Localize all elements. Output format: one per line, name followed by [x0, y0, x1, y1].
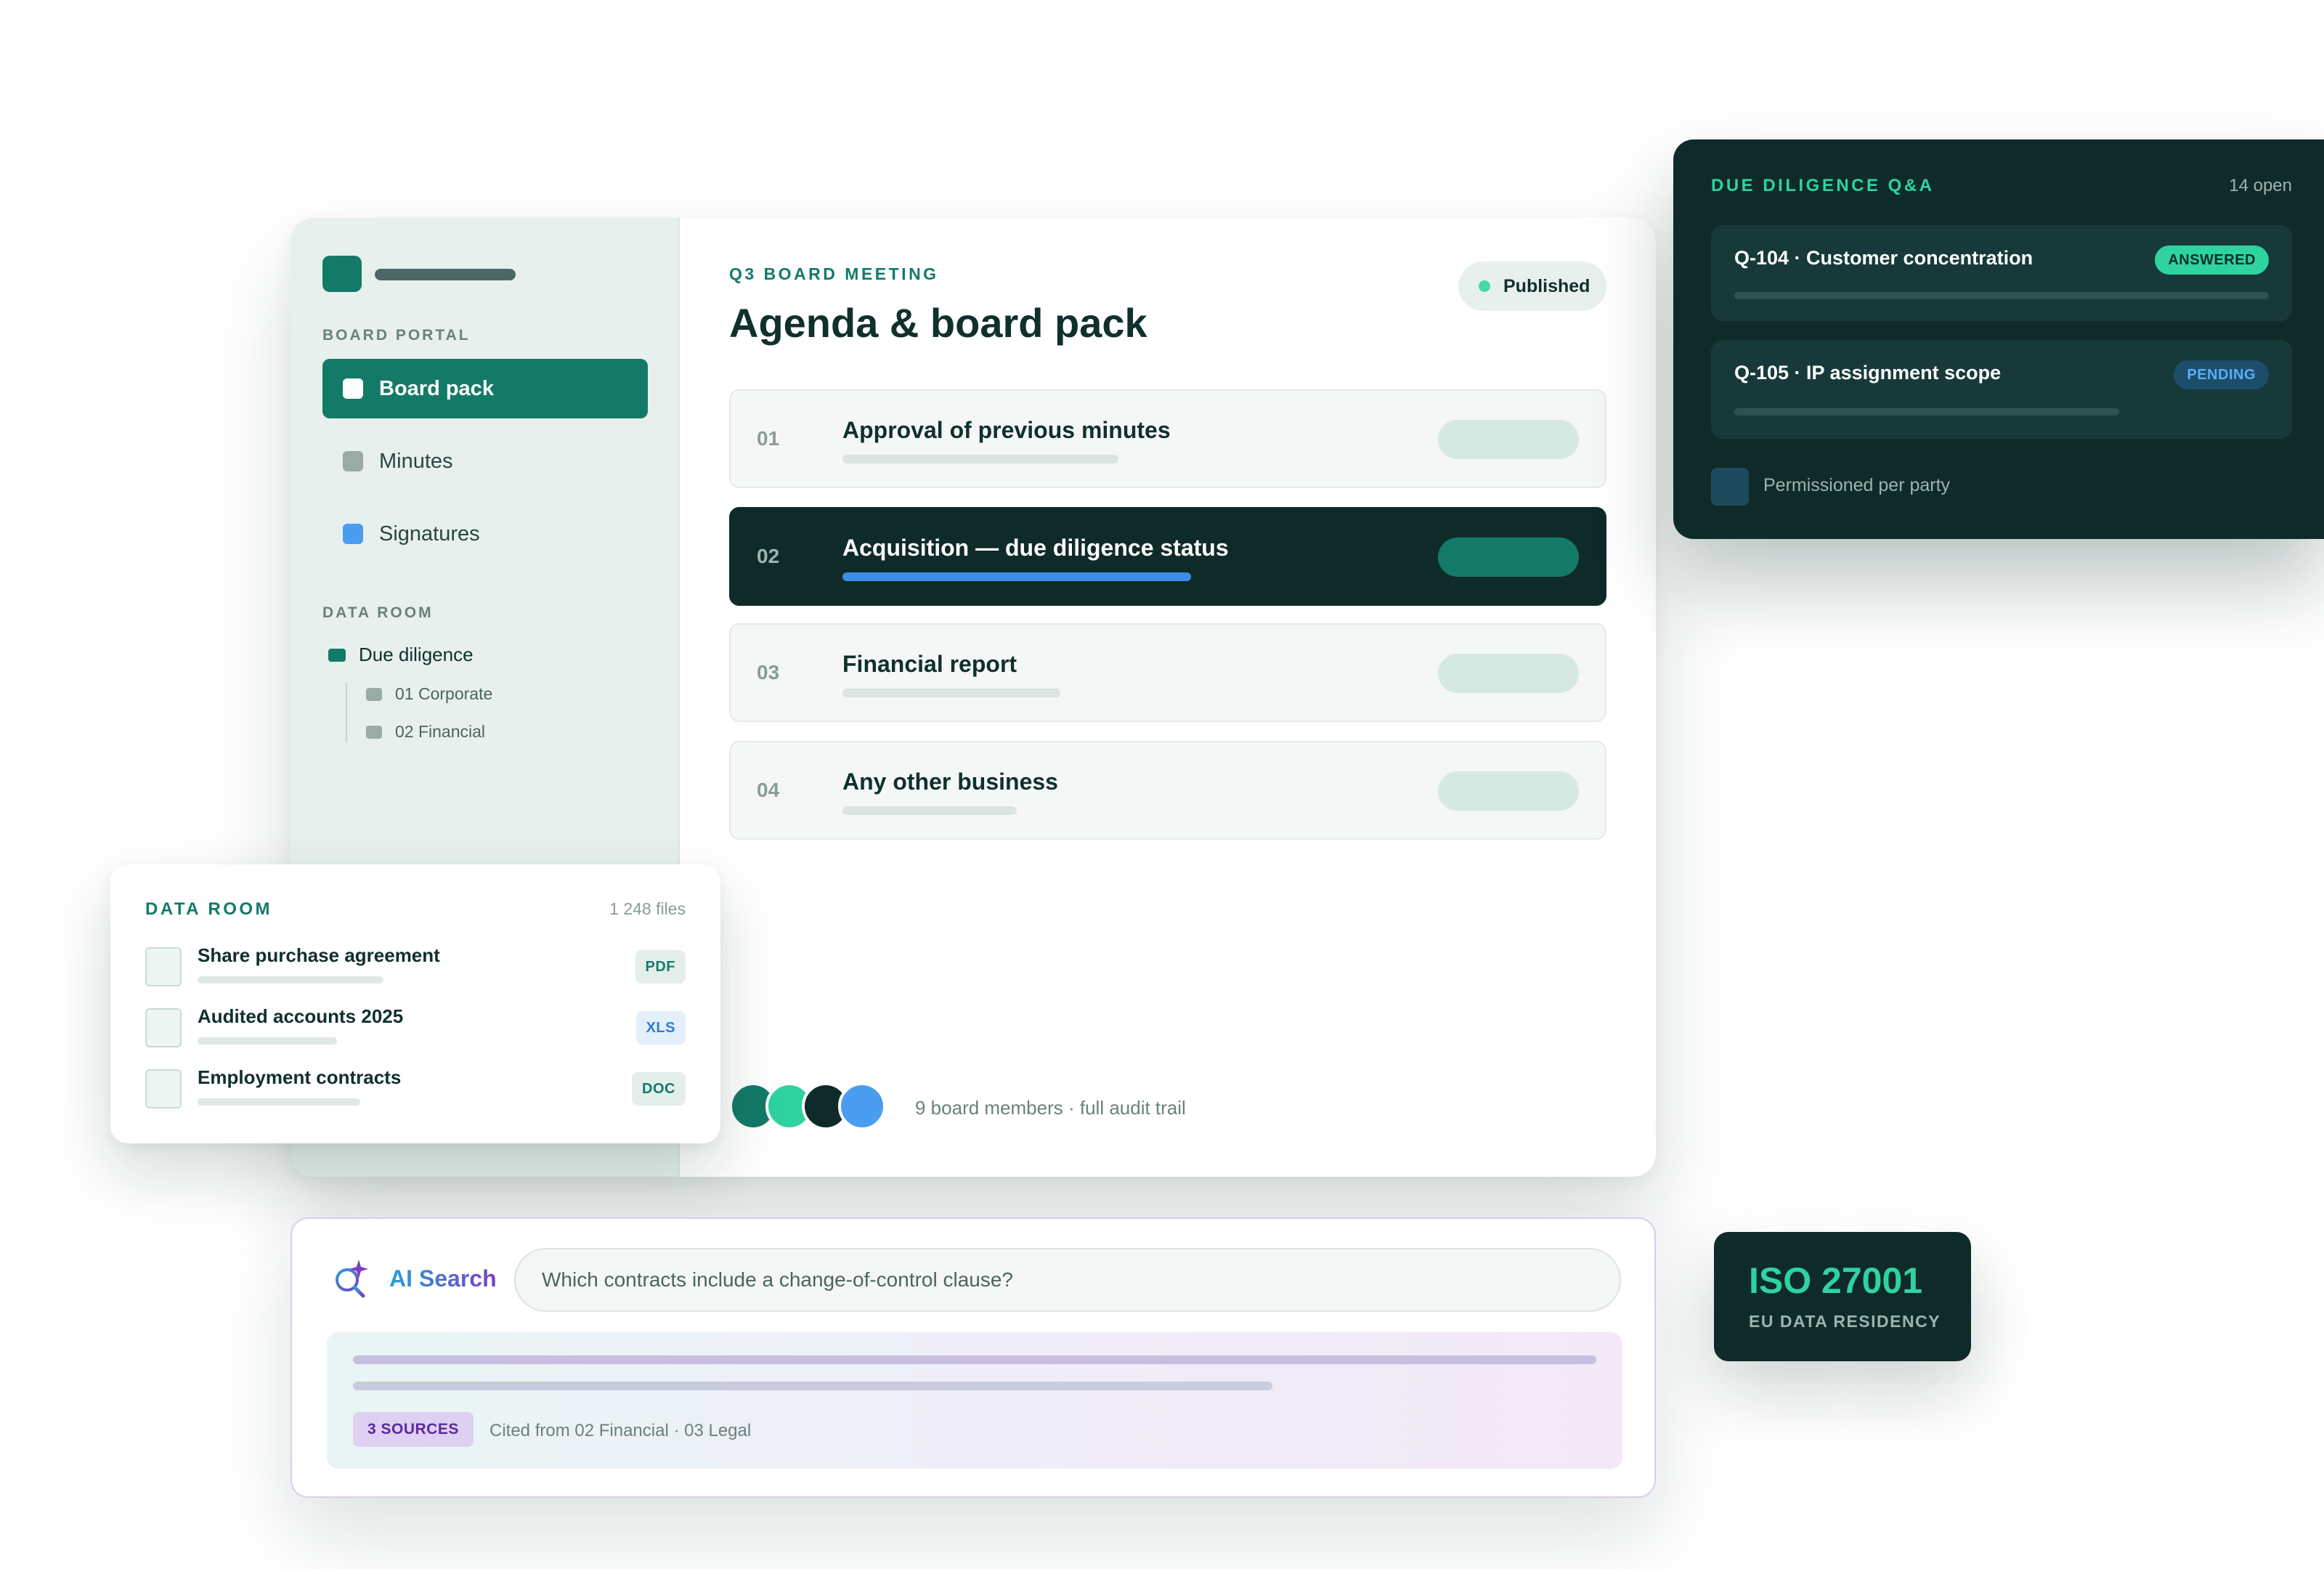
agenda-progress-bar	[842, 455, 1118, 463]
sidebar-item-label: Signatures	[379, 522, 480, 546]
folder-icon	[366, 725, 382, 739]
tree-item-due-diligence[interactable]: Due diligence	[328, 644, 474, 666]
data-room-card: DATA ROOM 1 248 files Share purchase agr…	[110, 864, 720, 1143]
file-name: Audited accounts 2025	[198, 1005, 404, 1027]
answer-line	[353, 1382, 1272, 1390]
qa-item-q105[interactable]: Q-105 · IP assignment scope PENDING	[1711, 340, 2292, 439]
qa-title: Q-104 · Customer concentration	[1734, 247, 2033, 269]
ai-search-input[interactable]: Which contracts include a change-of-cont…	[514, 1248, 1621, 1312]
tree-item-label: 02 Financial	[395, 722, 486, 741]
tree-connector	[346, 683, 347, 742]
agenda-action-pill[interactable]	[1438, 420, 1579, 459]
agenda-item-01[interactable]: 01 Approval of previous minutes	[729, 389, 1606, 488]
board-pack-icon	[343, 378, 363, 399]
agenda-progress-bar	[842, 572, 1191, 581]
iso-certification-badge: ISO 27001 EU DATA RESIDENCY	[1714, 1232, 1971, 1361]
file-meta-bar	[198, 1098, 360, 1106]
section-label-data-room: DATA ROOM	[322, 604, 434, 621]
agenda-item-02[interactable]: 02 Acquisition — due diligence status	[729, 507, 1606, 606]
qa-item-q104[interactable]: Q-104 · Customer concentration ANSWERED	[1711, 225, 2292, 321]
agenda-title: Financial report	[842, 651, 1017, 677]
agenda-progress-bar	[842, 806, 1017, 815]
file-checkbox[interactable]	[145, 947, 182, 986]
app-logo-icon	[322, 256, 362, 292]
agenda-title: Any other business	[842, 769, 1058, 795]
file-row-employment-contracts[interactable]: Employment contracts DOC	[110, 1066, 720, 1117]
ai-query-text: Which contracts include a change-of-cont…	[542, 1268, 1014, 1291]
agenda-action-pill[interactable]	[1438, 538, 1579, 577]
agenda-number: 01	[757, 427, 780, 450]
sources-badge[interactable]: 3 SOURCES	[353, 1412, 474, 1447]
panel-title: DUE DILIGENCE Q&A	[1711, 176, 1935, 195]
sidebar-item-minutes[interactable]: Minutes	[322, 431, 648, 491]
agenda-progress-bar	[842, 689, 1060, 697]
section-label-board-portal: BOARD PORTAL	[322, 327, 471, 344]
file-checkbox[interactable]	[145, 1069, 182, 1108]
file-row-share-purchase-agreement[interactable]: Share purchase agreement PDF	[110, 944, 720, 995]
tree-item-label: Due diligence	[359, 644, 474, 665]
file-name: Share purchase agreement	[198, 944, 440, 966]
file-type-badge: XLS	[635, 1011, 686, 1045]
citation-text: Cited from 02 Financial · 03 Legal	[489, 1421, 752, 1440]
app-name-placeholder	[375, 269, 516, 280]
sidebar-item-label: Board pack	[379, 376, 494, 400]
agenda-item-04[interactable]: 04 Any other business	[729, 741, 1606, 840]
agenda-number: 04	[757, 779, 780, 801]
permission-icon	[1711, 468, 1749, 506]
ai-search-icon	[336, 1260, 368, 1298]
ai-search-label: AI Search	[389, 1265, 497, 1292]
iso-title: ISO 27001	[1749, 1260, 1923, 1301]
due-diligence-panel: DUE DILIGENCE Q&A 14 open Q-104 · Custom…	[1673, 139, 2324, 539]
members-summary: 9 board members · full audit trail	[915, 1097, 1186, 1119]
signatures-icon	[343, 524, 363, 544]
status-dot-icon	[1479, 280, 1490, 292]
meeting-eyebrow: Q3 BOARD MEETING	[729, 264, 939, 283]
qa-progress-bar	[1734, 292, 2269, 299]
open-count: 14 open	[2229, 176, 2292, 195]
agenda-title: Approval of previous minutes	[842, 417, 1171, 443]
folder-icon	[328, 648, 346, 662]
qa-title: Q-105 · IP assignment scope	[1734, 362, 2002, 384]
tree-item-02-financial[interactable]: 02 Financial	[366, 722, 485, 742]
permission-note: Permissioned per party	[1763, 475, 1951, 495]
agenda-action-pill[interactable]	[1438, 654, 1579, 693]
sidebar-item-label: Minutes	[379, 449, 453, 473]
status-label: Published	[1503, 275, 1590, 296]
file-name: Employment contracts	[198, 1066, 402, 1088]
avatar[interactable]	[838, 1082, 886, 1130]
ai-answer-panel: 3 SOURCES Cited from 02 Financial · 03 L…	[327, 1332, 1622, 1469]
sidebar-item-board-pack[interactable]: Board pack	[322, 359, 648, 418]
card-title: DATA ROOM	[145, 899, 273, 919]
file-type-badge: PDF	[635, 950, 686, 984]
agenda-number: 03	[757, 661, 780, 684]
agenda-item-03[interactable]: 03 Financial report	[729, 623, 1606, 722]
file-row-audited-accounts-2025[interactable]: Audited accounts 2025 XLS	[110, 1005, 720, 1056]
file-count: 1 248 files	[609, 899, 686, 918]
answer-line	[353, 1355, 1596, 1364]
tree-item-label: 01 Corporate	[395, 684, 493, 703]
folder-icon	[366, 687, 382, 701]
file-checkbox[interactable]	[145, 1008, 182, 1047]
iso-subtitle: EU DATA RESIDENCY	[1749, 1312, 1941, 1331]
tree-item-01-corporate[interactable]: 01 Corporate	[366, 684, 492, 704]
status-badge-answered: ANSWERED	[2155, 246, 2269, 275]
ai-search-card: AI Search Which contracts include a chan…	[290, 1217, 1656, 1498]
status-badge: Published	[1458, 262, 1606, 311]
sidebar-item-signatures[interactable]: Signatures	[322, 504, 648, 564]
page-title: Agenda & board pack	[729, 300, 1147, 346]
status-badge-pending: PENDING	[2174, 360, 2269, 389]
agenda-number: 02	[757, 545, 780, 567]
agenda-action-pill[interactable]	[1438, 771, 1579, 811]
minutes-icon	[343, 451, 363, 471]
file-type-badge: DOC	[632, 1072, 686, 1106]
file-meta-bar	[198, 976, 383, 984]
agenda-title: Acquisition — due diligence status	[842, 535, 1229, 561]
file-meta-bar	[198, 1037, 337, 1045]
qa-progress-bar	[1734, 408, 2119, 415]
